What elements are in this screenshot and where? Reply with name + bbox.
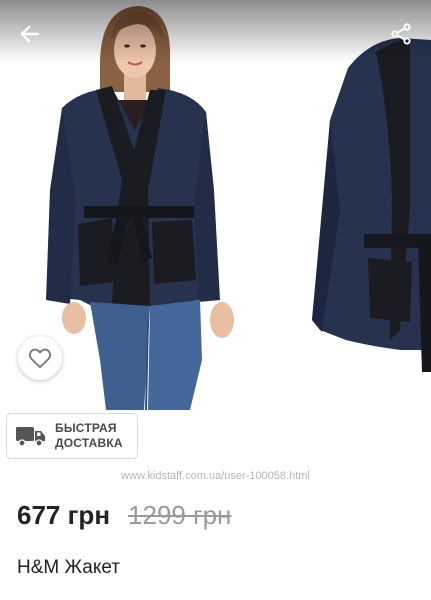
current-price: 677 грн — [17, 500, 111, 530]
watermark-url: www.kidstaff.com.ua/user-100058.html — [121, 470, 310, 482]
product-title: H&M Жакет — [17, 557, 120, 578]
old-price: 1299 грн — [128, 500, 232, 530]
delivery-label-line2: ДОСТАВКА — [55, 436, 123, 450]
share-icon — [391, 23, 411, 45]
heart-outline-icon — [28, 348, 52, 369]
delivery-label: БЫСТРАЯ ДОСТАВКА — [55, 421, 123, 451]
favorite-button[interactable] — [18, 336, 62, 380]
delivery-label-line1: БЫСТРАЯ — [55, 421, 117, 435]
back-button[interactable] — [14, 18, 46, 50]
price-row: 677 грн 1299 грн — [17, 500, 231, 531]
arrow-left-icon — [20, 25, 40, 43]
header-gradient — [0, 0, 431, 62]
product-gallery[interactable] — [0, 0, 431, 410]
share-button[interactable] — [385, 18, 417, 50]
truck-icon — [16, 427, 45, 447]
fast-delivery-badge: БЫСТРАЯ ДОСТАВКА — [6, 413, 138, 459]
